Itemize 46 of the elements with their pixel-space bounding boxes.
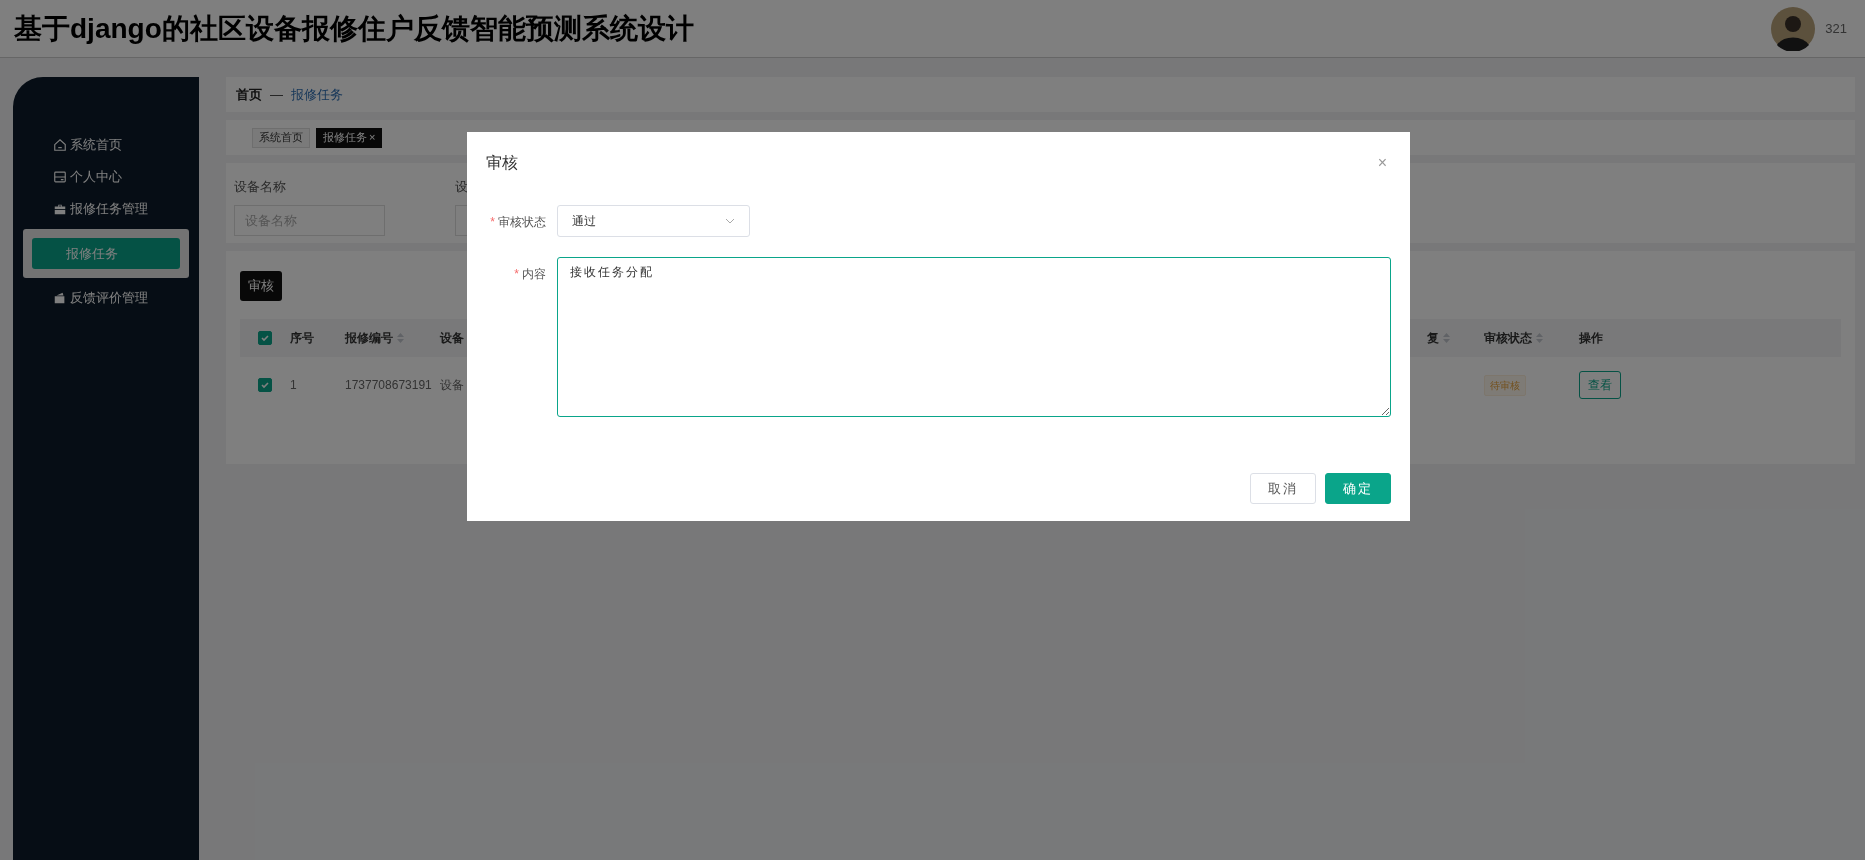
close-icon[interactable]: × (1377, 151, 1391, 175)
wallet-icon (53, 291, 67, 305)
sort-icon (1536, 333, 1543, 343)
column-header: 报修编号 (345, 330, 393, 347)
column-header: 操作 (1579, 330, 1603, 347)
status-tag: 待审核 (1484, 374, 1526, 396)
column-header: 审核状态 (1484, 330, 1532, 347)
form-label: * 审核状态 (489, 214, 546, 231)
app-title: 基于django的社区设备报修住户反馈智能预测系统设计 (14, 11, 694, 46)
menu-item[interactable]: 反馈评价管理 (13, 282, 199, 314)
home-icon (53, 138, 67, 152)
column-header: 复 (1427, 330, 1439, 347)
menu-item[interactable]: 报修任务管理 (13, 193, 199, 225)
confirm-button[interactable]: 确定 (1325, 473, 1391, 504)
page-tab[interactable]: 报修任务 × (316, 127, 383, 148)
breadcrumb-link[interactable]: 首页 (236, 84, 262, 105)
briefcase-icon (53, 202, 67, 216)
review-button[interactable]: 审核 (240, 271, 282, 301)
checkbox[interactable] (258, 378, 272, 392)
menu-item[interactable]: 系统首页 (13, 129, 199, 161)
checkbox[interactable] (258, 331, 272, 345)
close-icon[interactable]: × (369, 129, 376, 146)
page-tab[interactable]: 系统首页 (252, 127, 310, 148)
sort-icon (1443, 333, 1450, 343)
avatar[interactable] (1771, 6, 1816, 51)
sort-icon (397, 333, 404, 343)
status-select[interactable]: 通过 (557, 205, 750, 237)
column-header: 设备 (440, 330, 464, 347)
check-icon (260, 333, 270, 343)
table-cell: 设备 (440, 378, 464, 392)
user-name: 321 (1825, 19, 1847, 38)
dialog-title: 审核 (486, 153, 518, 173)
menu-item[interactable]: 个人中心 (13, 161, 199, 193)
field-label: 设备名称 (234, 178, 287, 196)
column-header: 序号 (290, 330, 314, 347)
breadcrumb-separator: — (270, 85, 283, 104)
field-label: 设 (455, 178, 468, 196)
chevron-down-icon (725, 218, 735, 224)
breadcrumb-link[interactable]: 报修任务 (291, 84, 343, 105)
content-field[interactable]: 接收任务分配 (556, 257, 1391, 417)
table-cell: 1 (290, 378, 297, 392)
check-icon (260, 380, 270, 390)
form-label: * 内容 (513, 266, 546, 283)
table-cell: 1737708673191 (345, 378, 432, 392)
cancel-button[interactable]: 取消 (1250, 473, 1316, 504)
card-icon (53, 170, 67, 184)
